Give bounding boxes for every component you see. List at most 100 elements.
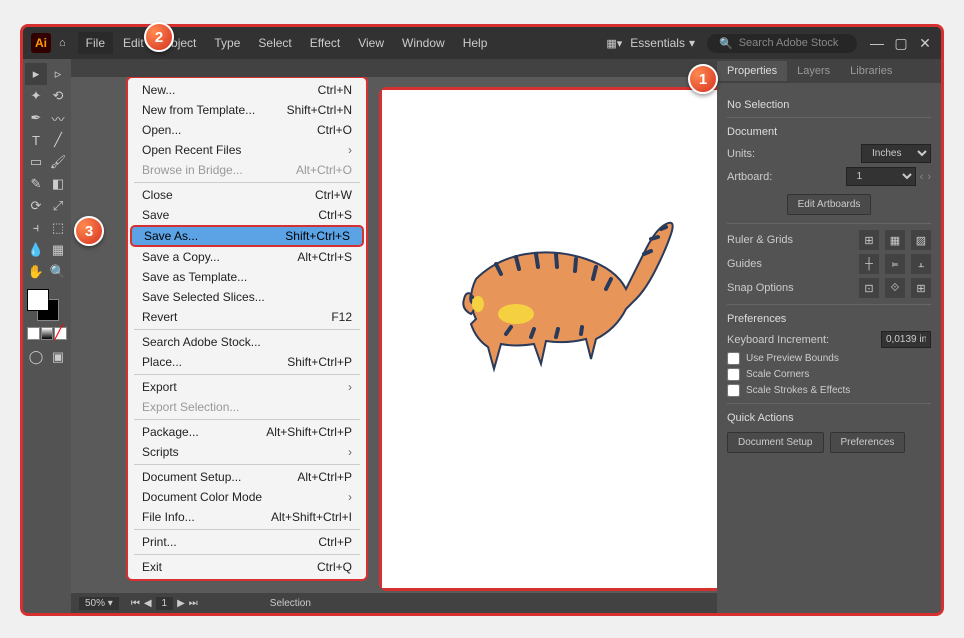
eraser-tool[interactable]: ◧ [47, 173, 69, 195]
menu-type[interactable]: Type [206, 32, 248, 54]
none-mode-icon[interactable]: ╱ [54, 327, 67, 340]
snap-grid-icon[interactable]: ⟐ [885, 278, 905, 298]
menu-item-search-adobe-stock[interactable]: Search Adobe Stock... [128, 332, 366, 352]
pen-tool[interactable]: ✒ [25, 107, 47, 129]
menu-select[interactable]: Select [250, 32, 299, 54]
screen-mode-icon[interactable]: ▣ [47, 346, 69, 368]
canvas-area: New...Ctrl+NNew from Template...Shift+Ct… [71, 59, 717, 613]
document-tab-strip[interactable] [71, 59, 717, 77]
draw-mode-icon[interactable]: ◯ [25, 346, 47, 368]
menu-item-new[interactable]: New...Ctrl+N [128, 80, 366, 100]
preview-bounds-checkbox[interactable]: Use Preview Bounds [727, 352, 931, 365]
width-tool[interactable]: ⫞ [25, 217, 47, 239]
search-stock-input[interactable]: 🔍 Search Adobe Stock [707, 34, 857, 53]
menu-item-print[interactable]: Print...Ctrl+P [128, 532, 366, 552]
workspace-switcher[interactable]: Essentials▾ [630, 36, 695, 50]
maximize-button[interactable]: ▢ [893, 35, 909, 52]
type-tool[interactable]: T [25, 129, 47, 151]
menu-item-exit[interactable]: ExitCtrl+Q [128, 557, 366, 577]
document-setup-button[interactable]: Document Setup [727, 432, 824, 453]
zoom-select[interactable]: 50% ▾ [79, 597, 119, 610]
direct-selection-tool[interactable]: ▹ [47, 63, 69, 85]
panel-tab-properties[interactable]: Properties [717, 61, 787, 81]
units-select[interactable]: Inches [861, 144, 931, 163]
artboard-select[interactable]: 1 [846, 167, 916, 186]
panel-tab-layers[interactable]: Layers [787, 61, 840, 81]
menu-item-document-setup[interactable]: Document Setup...Alt+Ctrl+P [128, 467, 366, 487]
rectangle-tool[interactable]: ▭ [25, 151, 47, 173]
menu-item-save-as[interactable]: Save As...Shift+Ctrl+S [130, 225, 364, 247]
main-area: ▸▹ ✦⟲ ✒〰 T╱ ▭🖌 ✎◧ ⟳⤢ ⫞⬚ 💧▦ ✋🔍 ╱ ◯▣ [23, 59, 941, 613]
menu-item-file-info[interactable]: File Info...Alt+Shift+Ctrl+I [128, 507, 366, 527]
home-icon[interactable]: ⌂ [59, 37, 66, 49]
prev-artboard-icon[interactable]: ‹ [920, 171, 924, 183]
magic-wand-tool[interactable]: ✦ [25, 85, 47, 107]
menu-item-close[interactable]: CloseCtrl+W [128, 185, 366, 205]
zoom-tool[interactable]: 🔍 [47, 261, 69, 283]
canvas-wrapper[interactable]: New...Ctrl+NNew from Template...Shift+Ct… [71, 77, 717, 593]
keyboard-inc-input[interactable] [881, 331, 931, 348]
menu-item-export[interactable]: Export [128, 377, 366, 397]
menu-item-save[interactable]: SaveCtrl+S [128, 205, 366, 225]
gradient-mode-icon[interactable] [41, 327, 54, 340]
search-icon: 🔍 [719, 37, 733, 50]
document-section: Document [727, 126, 931, 138]
menu-item-save-a-copy[interactable]: Save a Copy...Alt+Ctrl+S [128, 247, 366, 267]
menu-item-place[interactable]: Place...Shift+Ctrl+P [128, 352, 366, 372]
menu-item-open-recent-files[interactable]: Open Recent Files [128, 140, 366, 160]
snap-options-label: Snap Options [727, 282, 794, 294]
eyedropper-tool[interactable]: 💧 [25, 239, 47, 261]
preferences-button[interactable]: Preferences [830, 432, 906, 453]
menu-item-open[interactable]: Open...Ctrl+O [128, 120, 366, 140]
gradient-tool[interactable]: ▦ [47, 239, 69, 261]
scale-corners-checkbox[interactable]: Scale Corners [727, 368, 931, 381]
menu-item-scripts[interactable]: Scripts [128, 442, 366, 462]
paintbrush-tool[interactable]: 🖌 [47, 151, 69, 173]
menu-item-new-from-template[interactable]: New from Template...Shift+Ctrl+N [128, 100, 366, 120]
color-mode-icon[interactable] [27, 327, 40, 340]
file-dropdown-menu: New...Ctrl+NNew from Template...Shift+Ct… [126, 77, 368, 581]
rotate-tool[interactable]: ⟳ [25, 195, 47, 217]
artboard[interactable] [382, 90, 717, 588]
artboard-nav[interactable]: ⏮◀1▶⏭ [131, 597, 198, 610]
menu-view[interactable]: View [350, 32, 392, 54]
smart-guides-icon[interactable]: ⫠ [911, 254, 931, 274]
guides-lock-icon[interactable]: ⫢ [885, 254, 905, 274]
panel-tab-libraries[interactable]: Libraries [840, 61, 902, 81]
grid-icon[interactable]: ▦ [885, 230, 905, 250]
guides-label: Guides [727, 258, 762, 270]
line-tool[interactable]: ╱ [47, 129, 69, 151]
menu-item-save-selected-slices[interactable]: Save Selected Slices... [128, 287, 366, 307]
keyboard-inc-label: Keyboard Increment: [727, 334, 829, 346]
quick-actions-section: Quick Actions [727, 412, 931, 424]
guides-show-icon[interactable]: ┼ [859, 254, 879, 274]
free-transform-tool[interactable]: ⬚ [47, 217, 69, 239]
next-artboard-icon[interactable]: › [927, 171, 931, 183]
snap-point-icon[interactable]: ⊡ [859, 278, 879, 298]
minimize-button[interactable]: — [869, 35, 885, 52]
menu-item-package[interactable]: Package...Alt+Shift+Ctrl+P [128, 422, 366, 442]
transparency-grid-icon[interactable]: ▨ [911, 230, 931, 250]
menu-help[interactable]: Help [455, 32, 496, 54]
callout-2: 2 [144, 22, 174, 52]
ruler-icon[interactable]: ⊞ [859, 230, 879, 250]
menu-item-save-as-template[interactable]: Save as Template... [128, 267, 366, 287]
edit-artboards-button[interactable]: Edit Artboards [787, 194, 872, 215]
menu-effect[interactable]: Effect [302, 32, 348, 54]
scale-tool[interactable]: ⤢ [47, 195, 69, 217]
fill-stroke-swatch[interactable]: ╱ [25, 287, 69, 342]
menu-item-document-color-mode[interactable]: Document Color Mode [128, 487, 366, 507]
menu-window[interactable]: Window [394, 32, 453, 54]
snap-pixel-icon[interactable]: ⊞ [911, 278, 931, 298]
close-button[interactable]: ✕ [917, 35, 933, 52]
hand-tool[interactable]: ✋ [25, 261, 47, 283]
curvature-tool[interactable]: 〰 [47, 107, 69, 129]
lasso-tool[interactable]: ⟲ [47, 85, 69, 107]
scale-strokes-checkbox[interactable]: Scale Strokes & Effects [727, 384, 931, 397]
shaper-tool[interactable]: ✎ [25, 173, 47, 195]
menu-file[interactable]: File [78, 32, 113, 54]
layout-icon[interactable]: ▦▾ [606, 37, 622, 50]
menu-item-export-selection: Export Selection... [128, 397, 366, 417]
selection-tool[interactable]: ▸ [25, 63, 47, 85]
menu-item-revert[interactable]: RevertF12 [128, 307, 366, 327]
